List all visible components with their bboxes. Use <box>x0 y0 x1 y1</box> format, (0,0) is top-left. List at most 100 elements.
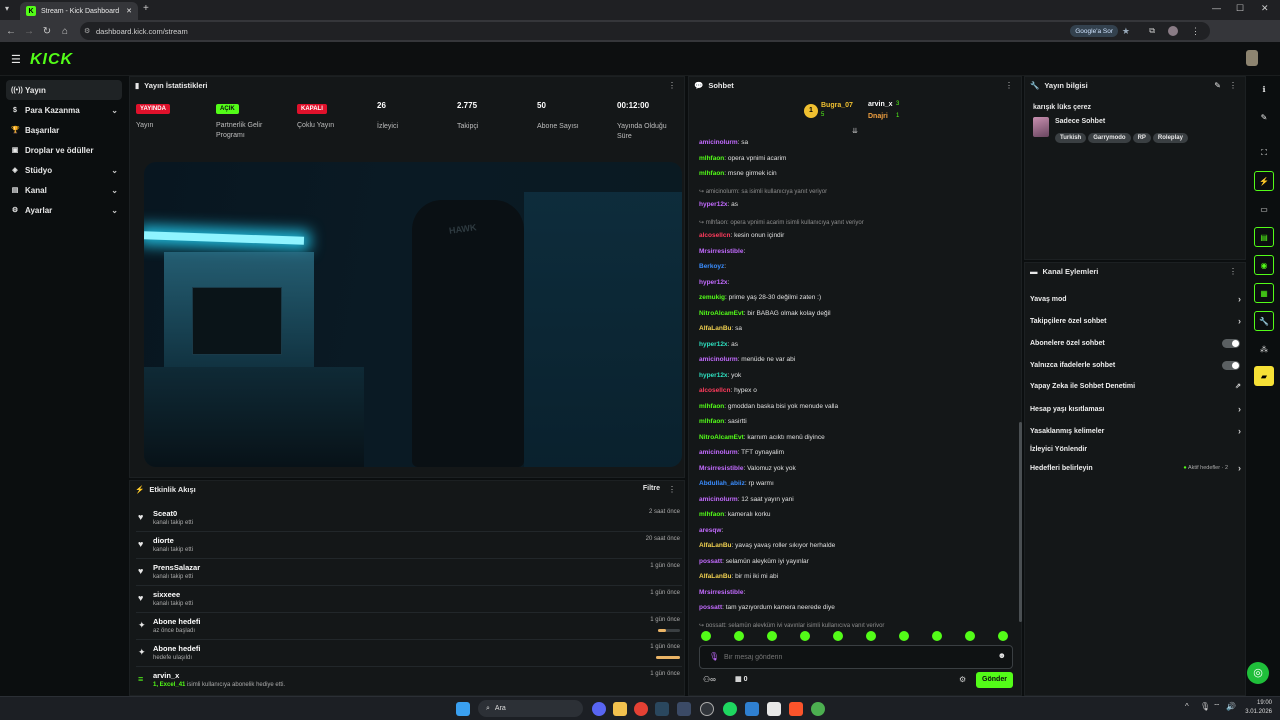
chat-message[interactable]: alcosellcn: kesin onun içindir <box>699 232 784 239</box>
send-button[interactable]: Gönder <box>976 672 1013 688</box>
chat-message[interactable]: aresqw: <box>699 527 723 534</box>
emote-icon[interactable] <box>866 631 876 641</box>
emote-icon[interactable] <box>965 631 975 641</box>
action-goals[interactable]: Hedefleri belirleyin ● Aktif hedefler · 2… <box>1030 458 1244 478</box>
chat-username[interactable]: Mrsirresistible <box>699 589 743 596</box>
filter-button[interactable]: Filtre <box>643 485 660 492</box>
chat-message[interactable]: alcosellcn: hypex o <box>699 387 757 394</box>
document-icon[interactable]: ▭ <box>1254 199 1274 219</box>
profile-avatar[interactable] <box>1168 26 1178 36</box>
broadcast-rail-icon[interactable]: ◉ <box>1254 255 1274 275</box>
fullscreen-icon[interactable]: ⛶ <box>1254 143 1274 163</box>
chat-username[interactable]: hyper12x <box>699 372 728 379</box>
chat-message[interactable]: Mrsirresistible: <box>699 589 745 596</box>
action-followers-only[interactable]: Takipçilere özel sohbet › <box>1030 311 1244 331</box>
windows-start-icon[interactable] <box>456 702 470 716</box>
emote-icon[interactable] <box>932 631 942 641</box>
chat-username[interactable]: amicinolurm <box>699 496 738 503</box>
stream-preview-video[interactable]: HAWK <box>144 162 682 467</box>
chat-message[interactable]: Mrsirresistible: Valomuz yok yok <box>699 465 796 472</box>
info-icon[interactable]: ℹ <box>1254 79 1274 99</box>
chat-username[interactable]: AlfaLanBu <box>699 325 732 332</box>
chat-username[interactable]: hyper12x <box>699 201 728 208</box>
chat-message[interactable]: amicinolurm: 12 saat yayın yani <box>699 496 794 503</box>
chat-message[interactable]: mlhfaon: msne girmek icin <box>699 170 777 177</box>
emoji-icon[interactable]: ☻ <box>998 651 1006 660</box>
chat-username[interactable]: possatt <box>699 604 722 611</box>
tag[interactable]: RP <box>1132 133 1151 143</box>
emote-icon[interactable] <box>800 631 810 641</box>
chat-message[interactable]: Abdullah_abiiz: rp warmı <box>699 480 774 487</box>
chat-username[interactable]: alcosellcn <box>699 387 730 394</box>
chat-message[interactable]: hyper12x: <box>699 279 729 286</box>
app-icon-spotify[interactable] <box>723 702 737 716</box>
clapper-icon[interactable]: ▰ <box>1254 366 1274 386</box>
people-infinity-icon[interactable]: ⚇∞ <box>703 675 716 684</box>
emote-icon[interactable] <box>899 631 909 641</box>
chat-username[interactable]: hyper12x <box>699 279 728 286</box>
chat-username[interactable]: NitroAlcamEvt <box>699 310 744 317</box>
new-tab-icon[interactable]: + <box>143 3 149 14</box>
emote-icon[interactable] <box>767 631 777 641</box>
chat-message[interactable]: NitroAlcamEvt: karnım acıktı menü diyinc… <box>699 434 825 441</box>
chat-message[interactable]: Berkoyz: <box>699 263 726 270</box>
chat-username[interactable]: amicinolurm <box>699 356 738 363</box>
emote-icon[interactable] <box>998 631 1008 641</box>
chat-username[interactable]: amicinolurm <box>699 139 738 146</box>
back-icon[interactable]: ← <box>2 26 20 37</box>
chat-input[interactable] <box>724 650 984 665</box>
expand-icon[interactable]: ⇊ <box>852 127 858 135</box>
chat-username[interactable]: mlhfaon <box>699 155 724 162</box>
sidebar-item-ayarlar[interactable]: ⚙ Ayarlar ⌄ <box>6 200 122 220</box>
action-slow-mode[interactable]: Yavaş mod › <box>1030 289 1244 309</box>
chat-settings-icon[interactable]: ⚙ <box>959 675 966 684</box>
chat-username[interactable]: zemukig <box>699 294 725 301</box>
clock-time[interactable]: 19:00 <box>1246 700 1272 706</box>
kick-logo[interactable]: KICK <box>30 51 73 69</box>
chat-message[interactable]: Mrsirresistible: <box>699 248 745 255</box>
chat-message[interactable]: AlfaLanBu: bir mi iki mi abi <box>699 573 778 580</box>
action-banned-words[interactable]: Yasaklanmış kelimeler › <box>1030 421 1244 441</box>
emote-icon[interactable] <box>734 631 744 641</box>
sidebar-item-droplar[interactable]: ▣ Droplar ve ödüller <box>6 140 122 160</box>
clock-date[interactable]: 3.01.2026 <box>1240 709 1272 715</box>
floating-support-button[interactable]: ◎ <box>1247 662 1269 684</box>
chat-username[interactable]: amicinolurm <box>699 449 738 456</box>
chat-message[interactable]: NitroAlcamEvt: bir BABAG olmak kolay değ… <box>699 310 831 317</box>
chat-username[interactable]: mlhfaon <box>699 170 724 177</box>
chat-scrollbar[interactable] <box>1019 422 1022 622</box>
more-menu-icon[interactable]: ⋮ <box>1229 81 1237 90</box>
emote-icon[interactable] <box>701 631 711 641</box>
app-icon-explorer[interactable] <box>613 702 627 716</box>
chat-username[interactable]: Mrsirresistible <box>699 465 743 472</box>
close-icon[interactable]: ✕ <box>126 7 132 15</box>
chat-message[interactable]: possatt: selamün aleyküm iyi yayınlar <box>699 558 809 565</box>
chat-message[interactable]: hyper12x: yok <box>699 372 741 379</box>
taskbar-search[interactable]: ⌕ Ara <box>478 700 583 717</box>
chat-message[interactable]: hyper12x: as <box>699 341 738 348</box>
chat-message[interactable]: mlhfaon: opera vpnimi acarim <box>699 155 786 162</box>
app-icon-discord[interactable] <box>592 702 606 716</box>
app-icon-vscode[interactable] <box>745 702 759 716</box>
app-icon-steam[interactable] <box>655 702 669 716</box>
app-icon-app[interactable] <box>677 702 691 716</box>
chat-message[interactable]: AlfaLanBu: yavaş yavaş roller sıkıyor he… <box>699 542 835 549</box>
action-ai-moderation[interactable]: Yapay Zeka ile Sohbet Denetimi ⇗ <box>1030 376 1244 396</box>
chat-username[interactable]: NitroAlcamEvt <box>699 434 744 441</box>
sidebar-item-studyo[interactable]: ◈ Stüdyo ⌄ <box>6 160 122 180</box>
tag[interactable]: Turkish <box>1055 133 1087 143</box>
more-menu-icon[interactable]: ⋮ <box>668 485 676 494</box>
sidebar-item-basarilar[interactable]: 🏆 Başarılar <box>6 120 122 140</box>
url-field[interactable]: ⚙ dashboard.kick.com/stream Google'a Sor… <box>80 22 1210 40</box>
app-icon-brave[interactable] <box>789 702 803 716</box>
subscribers-only-toggle[interactable] <box>1222 338 1240 348</box>
minimize-icon[interactable]: — <box>1212 3 1221 13</box>
extensions-icon[interactable]: ⧉ <box>1149 26 1155 36</box>
chat-username[interactable]: aresqw <box>699 527 721 534</box>
emotes-only-toggle[interactable] <box>1222 360 1240 370</box>
chat-username[interactable]: Abdullah_abiiz <box>699 480 745 487</box>
chat-input-box[interactable]: 🎙 ☻ <box>699 645 1013 669</box>
volume-icon[interactable]: 🔊 <box>1226 702 1236 711</box>
bookmark-star-icon[interactable]: ★ <box>1122 26 1130 37</box>
chat-message[interactable]: mlhfaon: sasirtti <box>699 418 747 425</box>
